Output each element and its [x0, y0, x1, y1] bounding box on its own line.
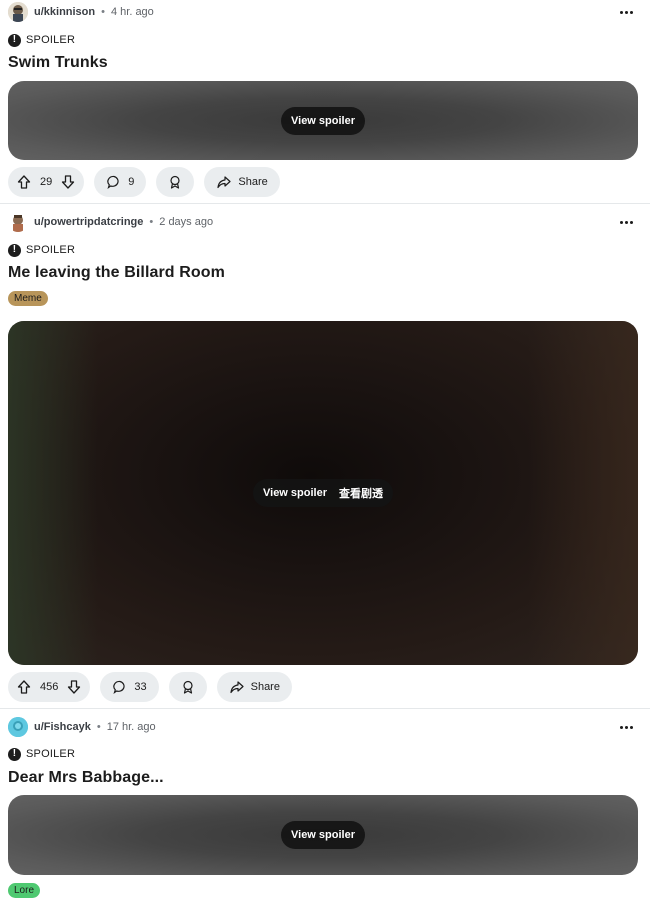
action-bar: 456 33 Share	[8, 672, 292, 702]
warning-icon: !	[8, 243, 21, 257]
post-card: u/powertripdatcringe • 2 days ago ! SPOI…	[0, 210, 650, 708]
view-spoiler-button[interactable]: View spoiler	[281, 106, 365, 135]
warning-icon: !	[8, 33, 21, 47]
view-spoiler-button[interactable]: View spoiler	[281, 821, 365, 849]
post-meta: u/powertripdatcringe • 2 days ago	[8, 210, 213, 234]
view-spoiler-label-zh: 查看剧透	[339, 488, 383, 500]
share-icon	[229, 679, 245, 695]
share-label: Share	[238, 176, 268, 188]
author-link[interactable]: u/kkinnison	[34, 6, 95, 18]
separator: •	[96, 721, 101, 733]
upvote-icon[interactable]	[16, 174, 32, 190]
separator: •	[101, 6, 105, 18]
spoiler-label: SPOILER	[26, 244, 76, 256]
spoiler-media[interactable]: View spoiler 查看剧透	[8, 321, 638, 665]
more-options-icon[interactable]	[616, 212, 636, 232]
post-time: 4 hr. ago	[110, 6, 154, 18]
avatar[interactable]	[8, 717, 28, 737]
vote-count: 456	[40, 681, 59, 693]
comment-count: 9	[128, 176, 135, 188]
award-icon	[180, 679, 196, 695]
share-button[interactable]: Share	[216, 672, 292, 702]
comment-count: 33	[134, 681, 147, 693]
upvote-icon[interactable]	[16, 679, 32, 695]
spoiler-tag: ! SPOILER	[8, 242, 75, 258]
award-button[interactable]	[168, 672, 207, 702]
post-divider	[0, 203, 650, 204]
warning-icon: !	[8, 747, 21, 761]
post-title[interactable]: Swim Trunks	[8, 54, 108, 72]
post-card: u/Fishcayk • 17 hr. ago ! SPOILER Dear M…	[0, 715, 650, 910]
post-time: 17 hr. ago	[106, 721, 156, 733]
spoiler-media[interactable]: View spoiler	[8, 795, 638, 875]
comments-button[interactable]: 33	[100, 672, 159, 702]
comments-button[interactable]: 9	[94, 167, 147, 197]
vote-pill: 29	[8, 167, 85, 197]
avatar[interactable]	[8, 2, 28, 22]
flair-badge[interactable]: Meme	[8, 291, 48, 306]
vote-pill: 456	[8, 672, 91, 702]
vote-count: 29	[40, 176, 53, 188]
more-options-icon[interactable]	[616, 717, 636, 737]
award-button[interactable]	[156, 167, 195, 197]
share-icon	[216, 174, 232, 190]
view-spoiler-label: View spoiler	[263, 487, 327, 499]
share-button[interactable]: Share	[204, 167, 280, 197]
spoiler-label: SPOILER	[26, 34, 76, 46]
author-link[interactable]: u/Fishcayk	[34, 721, 91, 733]
separator: •	[149, 216, 154, 228]
post-divider	[0, 708, 650, 709]
avatar[interactable]	[8, 212, 28, 232]
action-bar: 29 9 Share	[8, 167, 280, 197]
post-meta: u/kkinnison • 4 hr. ago	[8, 0, 154, 24]
post-time: 2 days ago	[159, 216, 214, 228]
share-label: Share	[250, 681, 280, 693]
post-title[interactable]: Me leaving the Billard Room	[8, 264, 225, 282]
downvote-icon[interactable]	[60, 174, 76, 190]
view-spoiler-button[interactable]: View spoiler 查看剧透	[253, 479, 393, 507]
view-spoiler-label: View spoiler	[291, 829, 355, 841]
more-options-icon[interactable]	[616, 2, 636, 22]
downvote-icon[interactable]	[66, 679, 82, 695]
spoiler-media[interactable]: View spoiler	[8, 81, 638, 160]
spoiler-tag: ! SPOILER	[8, 32, 75, 48]
post-card: u/kkinnison • 4 hr. ago ! SPOILER Swim T…	[0, 0, 650, 204]
post-meta: u/Fishcayk • 17 hr. ago	[8, 715, 156, 739]
post-title[interactable]: Dear Mrs Babbage...	[8, 769, 164, 787]
flair-badge[interactable]: Lore	[8, 883, 41, 898]
comment-icon	[106, 174, 122, 190]
award-icon	[167, 174, 183, 190]
author-link[interactable]: u/powertripdatcringe	[34, 216, 143, 228]
comment-icon	[112, 679, 128, 695]
view-spoiler-label: View spoiler	[291, 114, 355, 127]
spoiler-label: SPOILER	[26, 748, 76, 760]
spoiler-tag: ! SPOILER	[8, 746, 75, 762]
